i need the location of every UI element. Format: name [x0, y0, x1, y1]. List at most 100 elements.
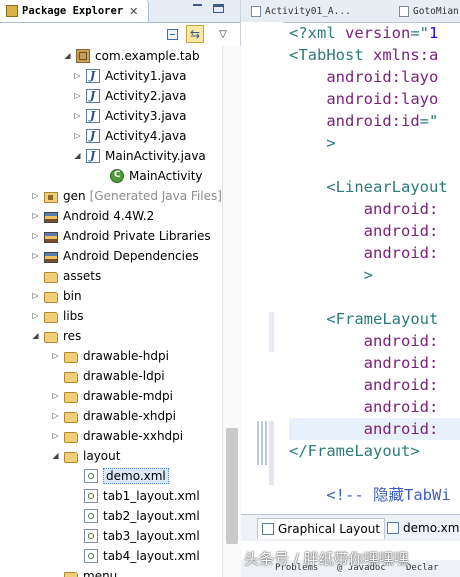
collapse-arrow-icon[interactable]: ◢ [72, 150, 83, 162]
tree-item[interactable]: drawable-ldpi [0, 366, 222, 386]
tree-item[interactable]: menu [0, 566, 222, 577]
tree-item-label: Android Private Libraries [63, 229, 211, 243]
code-line: android: [289, 242, 439, 264]
editor-tab-activity01[interactable]: Activity01_A... [247, 0, 351, 22]
expand-arrow-icon[interactable]: ▷ [30, 230, 41, 242]
tree-item[interactable]: ▷ Activity2.java [0, 86, 222, 106]
view-menu-button[interactable]: ▽ [214, 25, 232, 43]
tree-item-label: layout [83, 449, 121, 463]
tab-declaration[interactable]: Declar [406, 563, 439, 573]
tree-item-label: drawable-ldpi [83, 369, 165, 383]
tree-item[interactable]: ▷ Android 4.4W.2 [0, 206, 222, 226]
close-icon[interactable]: ✕ [129, 5, 138, 18]
tree-item-label: tab2_layout.xml [103, 509, 200, 523]
folder-icon [64, 371, 78, 383]
expand-arrow-icon[interactable]: ▷ [50, 430, 61, 442]
tab-graphical-layout[interactable]: Graphical Layout [257, 518, 386, 539]
collapse-arrow-icon[interactable]: ◢ [50, 450, 61, 462]
tree-item[interactable]: ▷ drawable-hdpi [0, 346, 222, 366]
tree-item-label: Activity1.java [105, 69, 187, 83]
tree-item[interactable]: ▷ libs [0, 306, 222, 326]
code-token: android: [289, 354, 439, 372]
expand-arrow-icon[interactable]: ▷ [30, 190, 41, 202]
expand-arrow-icon[interactable]: ▷ [30, 310, 41, 322]
tree-item[interactable]: tab4_layout.xml [0, 546, 222, 566]
expand-arrow-icon[interactable]: ▷ [30, 290, 41, 302]
expand-arrow-icon[interactable]: ▷ [72, 70, 83, 82]
tree-scrollbar[interactable] [222, 46, 241, 577]
tab-package-explorer[interactable]: Package Explorer ✕ [0, 0, 149, 22]
tree-item[interactable]: tab3_layout.xml [0, 526, 222, 546]
folder-icon [44, 271, 58, 283]
expand-arrow-icon[interactable]: ▷ [72, 130, 83, 142]
tree-item[interactable]: ▷ gen [Generated Java Files] [0, 186, 222, 206]
tree-item[interactable]: ◢ layout [0, 446, 222, 466]
expand-arrow-icon[interactable]: ▷ [50, 410, 61, 422]
tree-item-label: com.example.tab [95, 49, 200, 63]
tree-item[interactable]: ◢ MainActivity.java [0, 146, 222, 166]
folder-icon [64, 571, 78, 577]
expand-arrow-icon[interactable]: ▷ [30, 210, 41, 222]
tree-item-label: drawable-mdpi [83, 389, 173, 403]
scrollbar-thumb[interactable] [226, 428, 238, 544]
code-token: xmlns:a [363, 46, 439, 64]
code-token: android: [289, 200, 439, 218]
expand-arrow-icon[interactable]: ▷ [50, 350, 61, 362]
tree-item[interactable]: ▷ Activity4.java [0, 126, 222, 146]
expand-arrow-icon[interactable]: ▷ [72, 110, 83, 122]
tab-demo-xml[interactable]: demo.xml [387, 518, 460, 538]
code-token: android:layo [289, 68, 439, 86]
maximize-icon[interactable] [213, 4, 224, 13]
tree-item[interactable]: ▷ Android Private Libraries [0, 226, 222, 246]
code-area[interactable]: <?xml version="1 <TabHost xmlns:a android… [289, 22, 460, 512]
tree-item[interactable]: tab2_layout.xml [0, 506, 222, 526]
tree-item[interactable]: ▷ drawable-xxhdpi [0, 426, 222, 446]
tree-item[interactable]: ▷ Android Dependencies [0, 246, 222, 266]
tree-item[interactable]: demo.xml [0, 466, 222, 486]
code-token: < [289, 310, 336, 328]
collapse-arrow-icon[interactable]: ◢ [30, 330, 41, 342]
collapse-all-button[interactable] [163, 25, 181, 43]
code-token: android:id [289, 112, 420, 130]
link-with-editor-button[interactable]: ⇆ [186, 25, 204, 43]
code-line: android:id=" [289, 110, 438, 132]
collapse-arrow-icon[interactable]: ◢ [62, 50, 73, 62]
expand-arrow-icon[interactable]: ▷ [30, 250, 41, 262]
library-icon [44, 251, 58, 263]
tree-item-label: Android Dependencies [63, 249, 199, 263]
code-token: > [410, 442, 420, 460]
tree-item[interactable]: ▷ Activity1.java [0, 66, 222, 86]
editor-mode-tabs: Graphical Layout demo.xml [241, 514, 460, 541]
tree-item[interactable]: ◢ com.example.tab [0, 46, 222, 66]
tree-item[interactable]: tab1_layout.xml [0, 486, 222, 506]
tree-item-label: assets [63, 269, 102, 283]
code-token: version [335, 24, 411, 42]
tree-item-label: demo.xml [103, 468, 169, 484]
tree-item[interactable]: ▷ bin [0, 286, 222, 306]
folder-icon [44, 311, 58, 323]
minimize-icon[interactable] [193, 4, 202, 6]
folder-icon [64, 411, 78, 423]
editor-tab-gotomian[interactable]: GotoMian [395, 0, 459, 22]
tree-item[interactable]: assets [0, 266, 222, 286]
code-line: </FrameLayout> [289, 440, 420, 462]
tree-item[interactable]: ▷ Activity3.java [0, 106, 222, 126]
code-line: > [289, 132, 335, 154]
tree-item[interactable]: ▷ drawable-xhdpi [0, 406, 222, 426]
java-file-icon [399, 5, 409, 17]
tree-item[interactable]: ▷ drawable-mdpi [0, 386, 222, 406]
tree-item[interactable]: ◢ res [0, 326, 222, 346]
code-line: android:layo [289, 88, 438, 110]
java-file-icon [86, 89, 100, 103]
package-icon [76, 49, 90, 63]
expand-arrow-icon[interactable]: ▷ [72, 90, 83, 102]
package-explorer-icon [6, 5, 18, 17]
tree-item[interactable]: MainActivity [0, 166, 222, 186]
code-token: > [289, 266, 373, 284]
tree-item-label: Android 4.4W.2 [63, 209, 155, 223]
code-token: </ [289, 442, 308, 460]
expand-arrow-icon[interactable]: ▷ [50, 390, 61, 402]
